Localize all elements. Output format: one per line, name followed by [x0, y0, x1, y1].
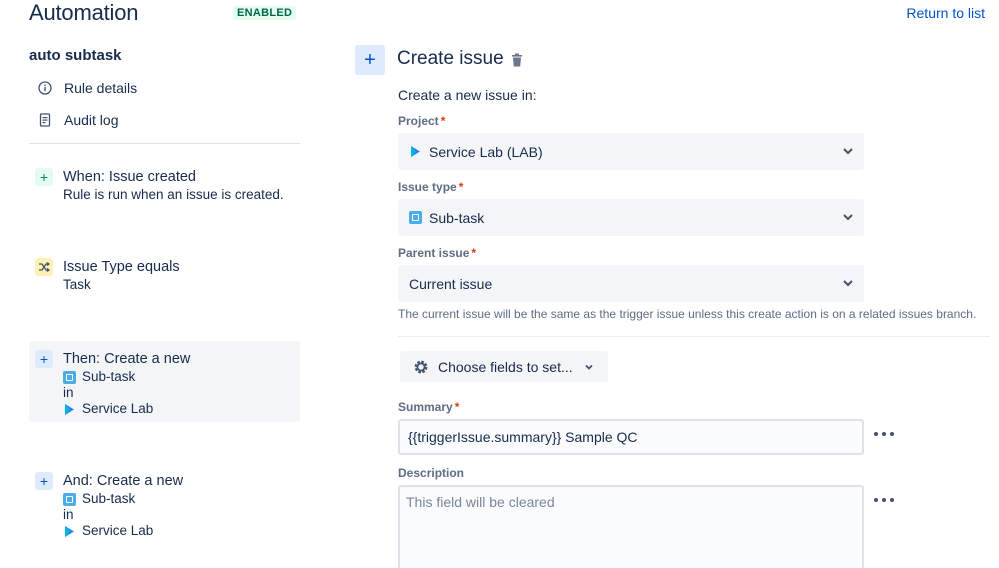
summary-label-text: Summary: [398, 400, 453, 414]
summary-more-options-icon[interactable]: [874, 429, 894, 439]
step-project: Service Lab: [63, 401, 294, 417]
step-issue-type: Sub-task: [63, 491, 294, 507]
step-title: And: Create a new: [63, 473, 184, 489]
project-label: Project *: [398, 114, 445, 128]
subtask-icon: [63, 492, 76, 506]
summary-input[interactable]: [398, 419, 864, 455]
step-in-label: in: [63, 507, 74, 522]
rule-name: auto subtask: [29, 47, 122, 64]
trash-icon[interactable]: [511, 53, 523, 67]
step-title: Issue Type equals: [63, 259, 180, 275]
step-action-create-subtask-2[interactable]: + And: Create a new Sub-task in Service …: [29, 463, 300, 547]
issue-type-label: Issue type *: [398, 180, 463, 194]
project-select[interactable]: Service Lab (LAB): [398, 133, 864, 170]
step-project-label: Service Lab: [82, 401, 154, 416]
plus-icon: +: [35, 350, 53, 368]
step-project-label: Service Lab: [82, 523, 154, 538]
issue-type-label-text: Issue type: [398, 180, 457, 194]
project-icon: [65, 403, 74, 415]
plus-icon: +: [355, 45, 385, 75]
parent-issue-select[interactable]: Current issue: [398, 265, 864, 302]
parent-issue-label-text: Parent issue: [398, 246, 470, 260]
step-condition-issue-type[interactable]: Issue Type equals Task: [29, 249, 300, 301]
step-issue-type: Sub-task: [63, 369, 294, 385]
summary-label: Summary *: [398, 400, 459, 414]
document-icon: [38, 113, 52, 127]
step-in-label: in: [63, 385, 74, 400]
intro-text: Create a new issue in:: [398, 87, 537, 103]
plus-icon: +: [35, 168, 53, 186]
chevron-down-icon: [843, 148, 853, 155]
chevron-down-icon: [843, 214, 853, 221]
section-divider: [398, 336, 990, 337]
plus-icon: +: [35, 472, 53, 490]
gear-icon: [414, 360, 428, 373]
audit-log-label: Audit log: [64, 112, 119, 128]
choose-fields-button[interactable]: Choose fields to set...: [400, 351, 608, 382]
description-label: Description: [398, 466, 465, 480]
sidebar-divider: [29, 143, 300, 144]
step-trigger-issue-created[interactable]: + When: Issue created Rule is run when a…: [29, 159, 300, 211]
info-icon: [38, 81, 52, 95]
issue-type-select-value: Sub-task: [429, 209, 485, 226]
required-marker: *: [440, 114, 446, 128]
issue-type-select[interactable]: Sub-task: [398, 199, 864, 236]
step-project: Service Lab: [63, 523, 294, 539]
parent-issue-helper: The current issue will be the same as th…: [398, 307, 977, 321]
audit-log-link[interactable]: Audit log: [38, 112, 118, 128]
parent-issue-select-value: Current issue: [409, 275, 493, 292]
project-icon: [65, 525, 74, 537]
rule-details-link[interactable]: Rule details: [38, 80, 137, 96]
project-select-value: Service Lab (LAB): [429, 143, 543, 160]
parent-issue-label: Parent issue *: [398, 246, 476, 260]
page-title: Automation: [29, 0, 139, 25]
step-subtitle: Rule is run when an issue is created.: [63, 187, 284, 202]
step-subtitle: Task: [63, 277, 91, 292]
description-more-options-icon[interactable]: [874, 495, 894, 505]
step-action-create-subtask-1[interactable]: + Then: Create a new Sub-task in Service…: [29, 341, 300, 422]
step-issue-type-label: Sub-task: [82, 369, 136, 384]
required-marker: *: [454, 400, 460, 414]
rule-details-label: Rule details: [64, 80, 138, 96]
subtask-icon: [409, 211, 422, 224]
chevron-down-icon: [843, 280, 853, 287]
step-title: Then: Create a new: [63, 351, 191, 367]
description-textarea[interactable]: [398, 485, 864, 568]
chevron-down-icon: [585, 364, 593, 370]
step-title: When: Issue created: [63, 169, 196, 185]
required-marker: *: [458, 180, 464, 194]
project-icon: [411, 146, 420, 157]
required-marker: *: [471, 246, 477, 260]
subtask-icon: [63, 370, 76, 384]
status-badge: ENABLED: [233, 6, 297, 20]
choose-fields-label: Choose fields to set...: [438, 358, 573, 375]
shuffle-icon: [35, 258, 53, 276]
step-issue-type-label: Sub-task: [82, 491, 136, 506]
panel-title: Create issue: [397, 48, 504, 69]
project-label-text: Project: [398, 114, 439, 128]
return-to-list-link[interactable]: Return to list: [906, 5, 985, 21]
